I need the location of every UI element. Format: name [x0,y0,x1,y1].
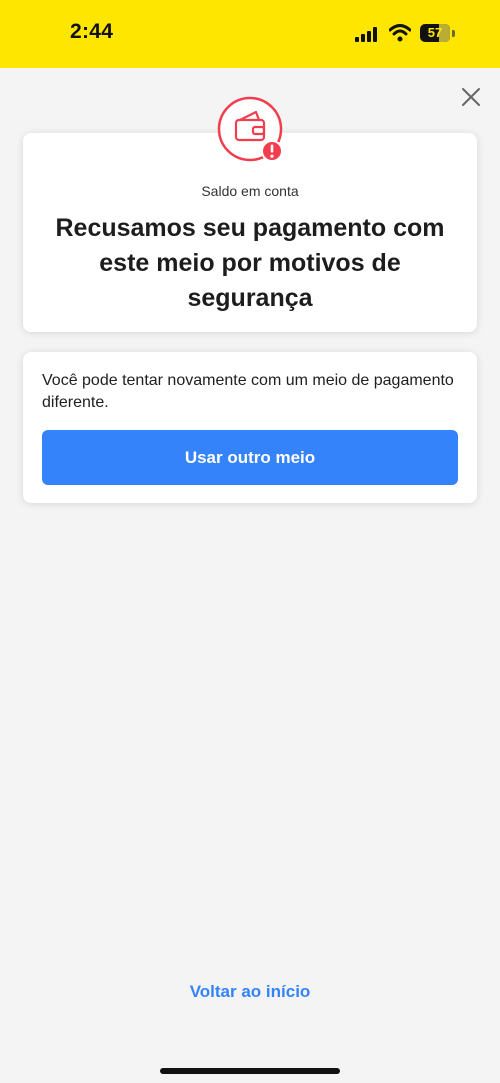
close-icon[interactable] [459,85,483,109]
status-bar: 2:44 57 [0,0,500,68]
use-another-payment-button[interactable]: Usar outro meio [42,430,458,485]
home-indicator[interactable] [160,1068,340,1074]
payment-error-card: Saldo em conta Recusamos seu pagamento c… [23,133,477,332]
account-label: Saldo em conta [201,183,299,199]
error-title: Recusamos seu pagamento com este meio po… [55,214,445,312]
wifi-icon [388,24,412,42]
cellular-signal-icon [355,26,381,42]
back-to-home-link[interactable]: Voltar ao início [0,982,500,1002]
close-button[interactable] [459,85,483,109]
battery-icon: 57 [420,24,450,42]
battery-level: 57 [427,25,443,40]
status-time: 2:44 [70,20,114,43]
retry-message: Você pode tentar novamente com um meio d… [42,372,454,411]
retry-card: Você pode tentar novamente com um meio d… [23,352,477,503]
wallet-alert-icon [217,96,283,162]
battery-cap [452,30,455,37]
